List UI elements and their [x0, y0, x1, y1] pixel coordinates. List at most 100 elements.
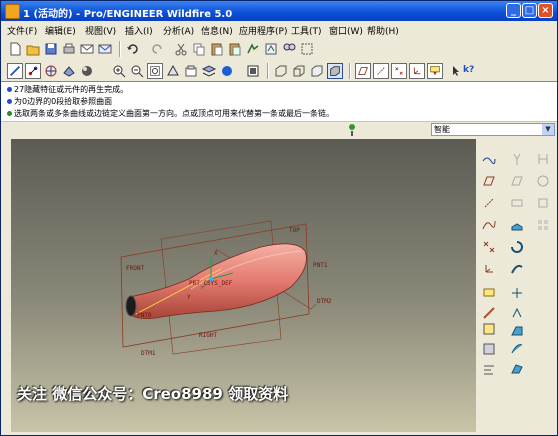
draft-icon[interactable] — [481, 341, 497, 357]
plane-tool-icon[interactable] — [481, 173, 497, 189]
toolbar-separator — [119, 41, 121, 57]
pattern-icon[interactable] — [535, 217, 551, 233]
view-manager-icon[interactable] — [245, 63, 261, 79]
zoom-in-icon[interactable] — [111, 63, 127, 79]
minimize-button[interactable]: _ — [506, 3, 521, 18]
menu-info[interactable]: 信息(N) — [201, 24, 233, 37]
maximize-button[interactable]: □ — [522, 3, 537, 18]
axis-tool-icon[interactable] — [481, 195, 497, 211]
reorient-icon[interactable] — [165, 63, 181, 79]
new-file-icon[interactable] — [7, 41, 23, 57]
zoom-out-icon[interactable] — [129, 63, 145, 79]
title-bar[interactable]: 1 (活动的) - Pro/ENGINEER Wildfire 5.0 _ □ … — [1, 1, 557, 21]
shaded-icon[interactable] — [327, 63, 343, 79]
selection-filter-dropdown[interactable]: 智能 ▼ — [431, 123, 555, 136]
rib-icon[interactable] — [509, 305, 525, 321]
spin-center-icon[interactable] — [25, 63, 41, 79]
toolbar-separator — [267, 63, 269, 79]
appearance-icon[interactable] — [219, 63, 235, 79]
menu-view[interactable]: 视图(V) — [85, 24, 116, 37]
redo-icon[interactable] — [149, 41, 165, 57]
sweep-icon[interactable] — [509, 261, 525, 277]
bottle-opening[interactable] — [125, 295, 137, 317]
hidden-line-icon[interactable] — [291, 63, 307, 79]
chamfer-icon[interactable] — [509, 323, 525, 339]
select-box-icon[interactable] — [299, 41, 315, 57]
menu-applications[interactable]: 应用程序(P) — [239, 24, 287, 37]
open-folder-icon[interactable] — [25, 41, 41, 57]
menu-insert[interactable]: 插入(I) — [125, 24, 153, 37]
layers-icon[interactable] — [201, 63, 217, 79]
shell-icon[interactable] — [509, 285, 525, 301]
label-pnt1[interactable]: PNT1 — [313, 262, 328, 269]
chevron-down-icon[interactable]: ▼ — [542, 124, 554, 135]
annotation-icon[interactable] — [427, 63, 443, 79]
prompt-icon — [7, 111, 12, 116]
menu-window[interactable]: 窗口(W) — [329, 24, 363, 37]
boundary-blend-icon[interactable] — [509, 341, 525, 357]
mail-attach-icon[interactable] — [97, 41, 113, 57]
navigator-collapse-strip[interactable] — [1, 139, 11, 432]
paste-special-icon[interactable] — [227, 41, 243, 57]
regen-manager-icon[interactable] — [263, 41, 279, 57]
label-front[interactable]: FRONT — [126, 265, 144, 272]
saved-views-icon[interactable] — [183, 63, 199, 79]
hole-icon[interactable] — [481, 305, 497, 321]
save-icon[interactable] — [43, 41, 59, 57]
shading-icon[interactable] — [79, 63, 95, 79]
solidify-icon[interactable] — [535, 195, 551, 211]
window-title: 1 (活动的) - Pro/ENGINEER Wildfire 5.0 — [23, 9, 233, 20]
label-axis-y: Y — [187, 294, 191, 301]
mail-icon[interactable] — [79, 41, 95, 57]
pro-engineer-window: 1 (活动的) - Pro/ENGINEER Wildfire 5.0 _ □ … — [0, 0, 558, 436]
variable-section-sweep-icon[interactable] — [509, 361, 525, 377]
sketch-tool-icon[interactable] — [481, 151, 497, 167]
repaint-icon[interactable] — [7, 63, 23, 79]
label-pnt0[interactable]: PNT0 — [137, 312, 152, 319]
undo-icon[interactable] — [125, 41, 141, 57]
menu-file[interactable]: 文件(F) — [7, 24, 37, 37]
analysis-icon[interactable] — [481, 283, 497, 299]
datum-points-icon[interactable] — [391, 63, 407, 79]
curve-tool-icon[interactable] — [481, 217, 497, 233]
label-axis-x: X — [214, 250, 218, 257]
label-dtm1[interactable]: DTM1 — [141, 350, 156, 357]
close-button[interactable]: × — [538, 3, 553, 18]
menu-help[interactable]: 帮助(H) — [367, 24, 399, 37]
display-style-icon[interactable] — [61, 63, 77, 79]
revolve-icon[interactable] — [509, 239, 525, 255]
offset-icon[interactable] — [535, 173, 551, 189]
status-bar: 智能 ▼ — [1, 121, 557, 138]
csys-tool-icon[interactable] — [481, 261, 497, 277]
regenerate-icon[interactable] — [245, 41, 261, 57]
print-icon[interactable] — [61, 41, 77, 57]
merge-icon[interactable] — [535, 151, 551, 167]
datum-axes-icon[interactable] — [373, 63, 389, 79]
point-tool-icon[interactable] — [481, 239, 497, 255]
menu-tools[interactable]: 工具(T) — [291, 24, 322, 37]
menu-edit[interactable]: 编辑(E) — [45, 24, 76, 37]
thicken-icon[interactable] — [509, 195, 525, 211]
menu-analysis[interactable]: 分析(A) — [163, 24, 194, 37]
round-icon[interactable] — [481, 321, 497, 337]
find-icon[interactable] — [281, 41, 297, 57]
cut-icon[interactable] — [173, 41, 189, 57]
paste-icon[interactable] — [209, 41, 225, 57]
trim-icon[interactable] — [509, 173, 525, 189]
label-csys[interactable]: PRT_CSYS_DEF — [189, 280, 233, 287]
extrude-icon[interactable] — [509, 217, 525, 233]
datum-planes-icon[interactable] — [355, 63, 371, 79]
no-hidden-icon[interactable] — [309, 63, 325, 79]
label-right[interactable]: RIGHT — [199, 332, 217, 339]
refit-icon[interactable] — [147, 63, 163, 79]
feature-toolbar — [477, 139, 557, 432]
wireframe-icon[interactable] — [273, 63, 289, 79]
label-top[interactable]: TOP — [289, 227, 300, 234]
csys-icon[interactable] — [409, 63, 425, 79]
style-icon[interactable] — [481, 361, 497, 377]
label-dtm2[interactable]: DTM2 — [317, 298, 332, 305]
mirror-icon[interactable] — [509, 151, 525, 167]
info-icon — [7, 87, 12, 92]
copy-icon[interactable] — [191, 41, 207, 57]
orient-mode-icon[interactable] — [43, 63, 59, 79]
